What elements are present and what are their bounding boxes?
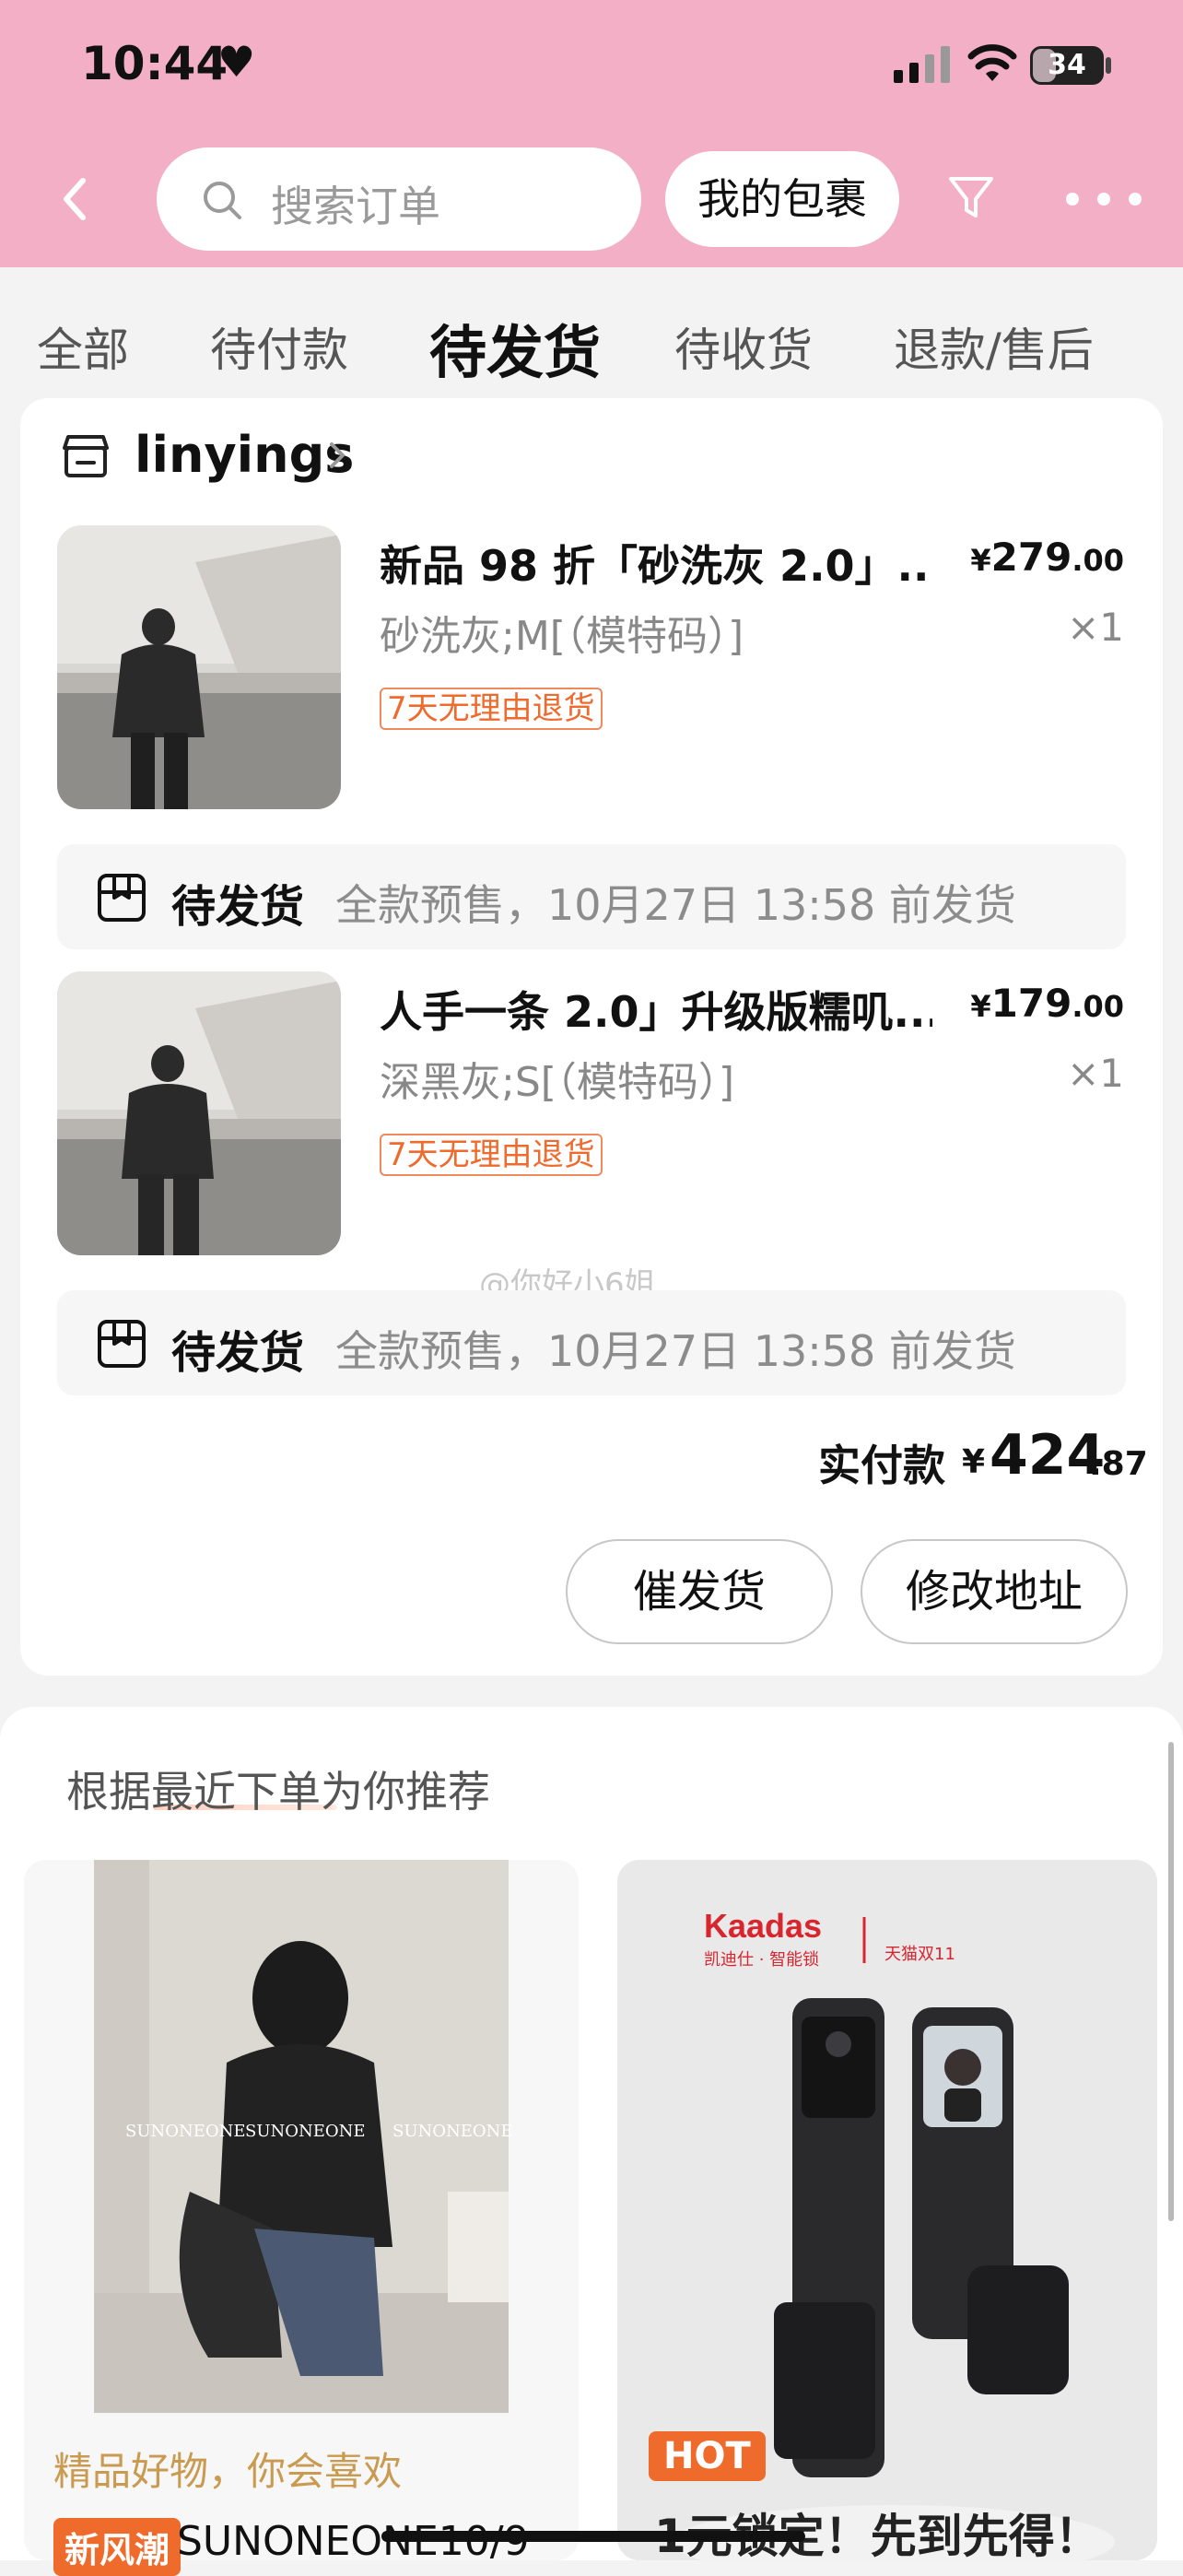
campaign-label: 天猫双11 — [884, 1945, 955, 1964]
paid-amount-decimal: .87 — [1089, 1445, 1148, 1483]
shipping-status: 待发货 — [171, 1327, 305, 1379]
paid-label: 实付款 — [818, 1441, 945, 1490]
product-quantity: ×1 — [1067, 1051, 1124, 1096]
product-spec: 深黑灰;S[（模特码）] — [380, 1059, 735, 1106]
product-image[interactable] — [57, 525, 341, 809]
product-photo-illustration — [57, 971, 341, 1255]
shipping-note: 全款预售，10月27日 13:58 前发货 — [335, 880, 1016, 930]
product-title[interactable]: 新品 98 折「砂洗灰 2.0」... — [380, 533, 932, 594]
filter-icon[interactable] — [945, 171, 997, 223]
brand-logo: Kaadas — [704, 1907, 822, 1945]
product-image[interactable] — [57, 971, 341, 1255]
heart-icon: ♥ — [217, 37, 256, 87]
image-watermark: SUNONEONE — [245, 2122, 366, 2141]
more-options-icon[interactable] — [1061, 188, 1146, 210]
status-time: 10:44 — [81, 37, 228, 90]
wifi-icon — [967, 44, 1017, 81]
paid-amount: 424 — [990, 1423, 1106, 1488]
package-box-icon — [98, 1320, 146, 1368]
chevron-right-icon — [330, 442, 346, 468]
my-packages-button[interactable]: 我的包裹 — [665, 151, 899, 247]
package-box-icon — [98, 874, 146, 922]
return-policy-tag: 7天无理由退货 — [380, 1134, 603, 1176]
product-price: ¥179.00 — [970, 981, 1124, 1026]
product-photo-illustration — [57, 525, 341, 809]
scrollbar[interactable] — [1168, 1742, 1174, 2221]
paid-currency: ¥ — [962, 1443, 986, 1481]
hot-badge: HOT — [649, 2431, 766, 2481]
search-placeholder: 搜索订单 — [271, 182, 440, 231]
shipping-status: 待发货 — [171, 881, 305, 933]
edit-address-button[interactable]: 修改地址 — [861, 1539, 1128, 1644]
recommended-subtitle: 精品好物，你会喜欢 — [53, 2449, 403, 2494]
product-spec: 砂洗灰;M[（模特码）] — [380, 613, 744, 660]
image-watermark: SUNONEONE — [125, 2122, 246, 2141]
urge-shipment-button[interactable]: 催发货 — [566, 1539, 833, 1644]
product-quantity: ×1 — [1067, 605, 1124, 650]
search-icon — [204, 182, 241, 219]
shipping-status-row[interactable]: 待发货 全款预售，10月27日 13:58 前发货 — [57, 1290, 1126, 1395]
return-policy-tag: 7天无理由退货 — [380, 688, 603, 730]
tab-refund-aftersale[interactable]: 退款/售后 — [894, 313, 1094, 380]
brand-subtitle: 凯迪仕 · 智能锁 — [704, 1950, 819, 1970]
shipping-note: 全款预售，10月27日 13:58 前发货 — [335, 1326, 1016, 1376]
recommendation-title: 根据最近下单为你推荐 — [66, 1767, 490, 1817]
product-price: ¥279.00 — [970, 535, 1124, 580]
home-indicator[interactable] — [381, 2531, 805, 2542]
tab-pending-shipment[interactable]: 待发货 — [429, 306, 601, 389]
battery-percent: 34 — [1048, 49, 1086, 81]
tab-pending-receipt[interactable]: 待收货 — [674, 313, 813, 380]
shop-name-link[interactable]: linyings — [135, 426, 354, 484]
back-button[interactable] — [48, 166, 103, 232]
battery-indicator: 34 — [1030, 46, 1104, 85]
recommended-product-image: SUNONEONE SUNONEONE SUNONEONE — [24, 1860, 579, 2422]
tab-pending-payment[interactable]: 待付款 — [210, 313, 348, 380]
battery-nub — [1106, 57, 1111, 74]
shipping-status-row[interactable]: 待发货 全款预售，10月27日 13:58 前发货 — [57, 844, 1126, 949]
cellular-signal-icon — [894, 46, 950, 83]
image-watermark: SUNONEONE — [392, 2122, 513, 2141]
search-input[interactable]: 搜索订单 — [157, 147, 641, 251]
product-title[interactable]: 人手一条 2.0」升级版糯叽... — [380, 979, 932, 1040]
store-icon — [63, 435, 109, 477]
trend-badge: 新风潮 — [53, 2518, 182, 2576]
tab-all[interactable]: 全部 — [37, 313, 129, 380]
